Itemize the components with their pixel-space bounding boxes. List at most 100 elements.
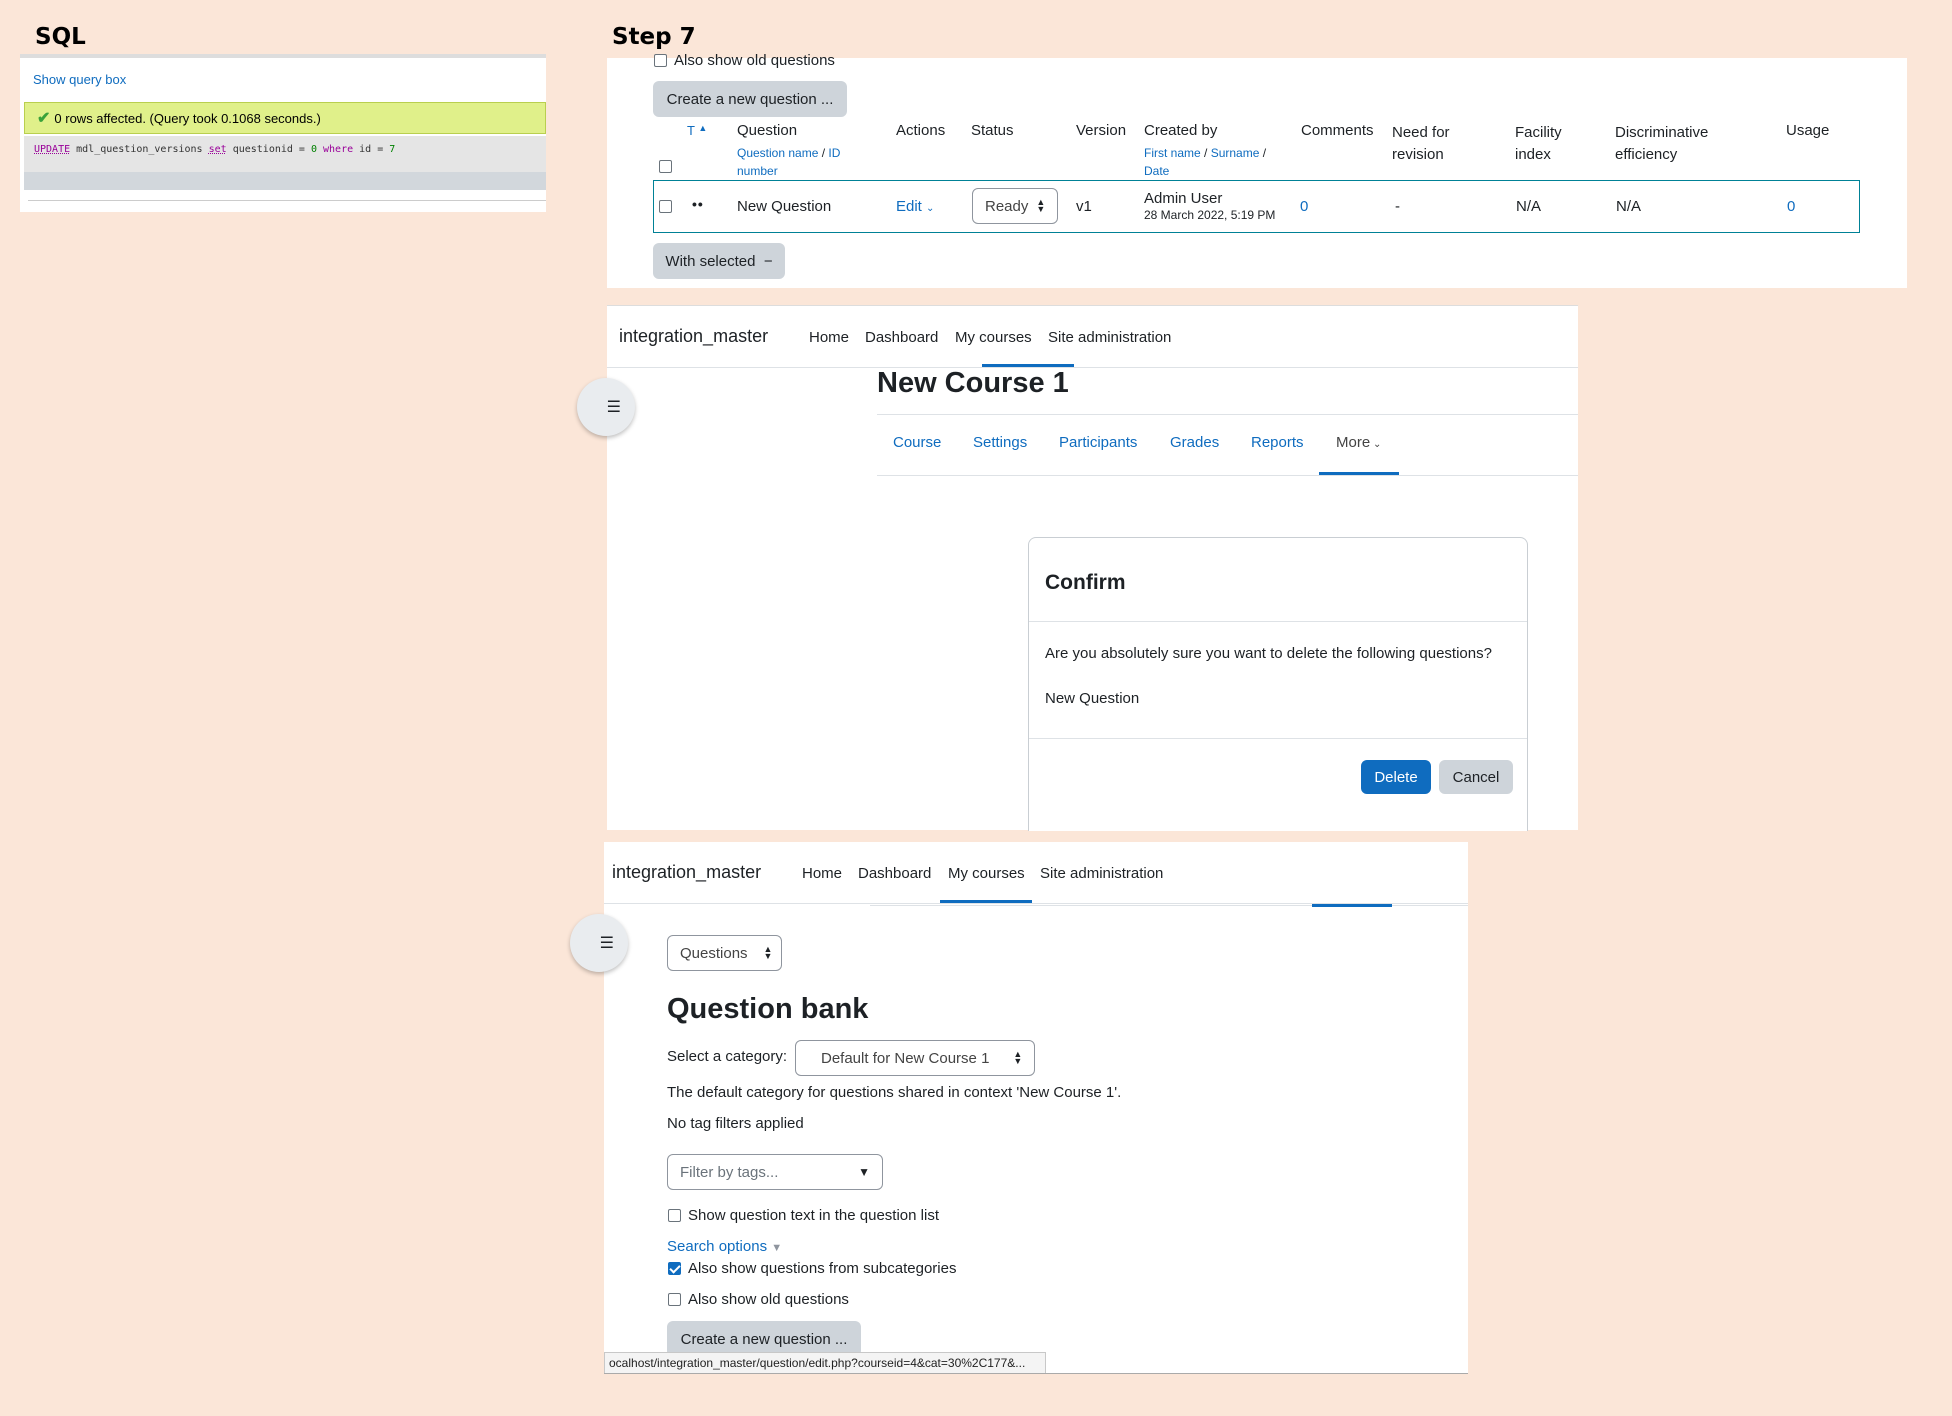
old-questions-label: Also show old questions xyxy=(674,52,835,69)
sql-tabs-strip xyxy=(20,54,546,58)
sort-id-number-link[interactable]: number xyxy=(737,164,778,178)
question-name: New Question xyxy=(737,198,832,215)
status-bar-url: ocalhost/integration_master/question/edi… xyxy=(604,1352,1046,1374)
sort-id-link[interactable]: ID xyxy=(828,146,840,160)
table-row[interactable]: •• New Question Edit ⌄ Ready ▲ ▼ v1 Admin… xyxy=(653,180,1860,233)
tab-grades[interactable]: Grades xyxy=(1170,434,1219,451)
tab-settings[interactable]: Settings xyxy=(973,434,1027,451)
version-header: Version xyxy=(1076,122,1127,139)
sql-keyword-where: where xyxy=(317,144,354,155)
nav-dashboard[interactable]: Dashboard xyxy=(865,329,938,346)
show-question-text-label: Show question text in the question list xyxy=(688,1207,939,1224)
sort-date-link[interactable]: Date xyxy=(1144,164,1169,178)
sql-table-name: mdl_question_versions xyxy=(70,144,209,155)
tab-course[interactable]: Course xyxy=(893,434,941,451)
tab-reports[interactable]: Reports xyxy=(1251,434,1304,451)
success-text: 0 rows affected. (Query took 0.1068 seco… xyxy=(54,110,321,126)
updown-icon: ▲ ▼ xyxy=(763,944,773,961)
divider xyxy=(604,1373,1468,1374)
need-revision-value: - xyxy=(1395,198,1400,215)
sort-asc-icon: ▲ xyxy=(698,123,708,133)
nav-home[interactable]: Home xyxy=(809,329,849,346)
nav-site-administration[interactable]: Site administration xyxy=(1040,865,1163,882)
creator-date: 28 March 2022, 5:19 PM xyxy=(1144,208,1276,222)
sql-result-bar xyxy=(24,172,546,190)
type-sort-header[interactable]: T ▲ xyxy=(687,123,707,138)
caret-down-icon: ▼ xyxy=(858,1165,870,1179)
actions-header: Actions xyxy=(896,122,946,139)
nav-my-courses[interactable]: My courses xyxy=(948,865,1025,882)
edit-menu[interactable]: Edit ⌄ xyxy=(896,198,934,215)
sql-value: 7 xyxy=(389,144,396,155)
divider xyxy=(28,200,546,201)
old-questions-checkbox[interactable] xyxy=(668,1293,681,1306)
discriminative-efficiency-header: Discriminative efficiency xyxy=(1615,124,1709,163)
comments-header: Comments xyxy=(1301,122,1374,139)
site-name[interactable]: integration_master xyxy=(619,326,768,347)
created-by-header: Created by xyxy=(1144,122,1218,139)
navbar-divider xyxy=(607,367,1578,368)
creator-name: Admin User xyxy=(1144,190,1223,207)
list-icon: ☰ xyxy=(606,399,621,416)
sort-surname-link[interactable]: Surname xyxy=(1211,146,1260,160)
created-by-subheader: First name / Surname / Date xyxy=(1144,146,1267,178)
filter-tags-input[interactable]: Filter by tags... ▼ xyxy=(667,1154,883,1190)
comments-link[interactable]: 0 xyxy=(1300,198,1308,215)
nav-site-administration[interactable]: Site administration xyxy=(1048,329,1171,346)
course-page-panel: integration_master Home Dashboard My cou… xyxy=(577,305,1578,831)
old-questions-checkbox[interactable] xyxy=(654,54,667,67)
modal-title: Confirm xyxy=(1045,571,1126,594)
course-index-toggle[interactable]: ☰ xyxy=(570,914,628,972)
sql-query: UPDATE mdl_question_versions set questio… xyxy=(24,136,546,172)
discriminative-value: N/A xyxy=(1616,198,1642,215)
modal-question-item: New Question xyxy=(1045,690,1140,707)
nav-my-courses[interactable]: My courses xyxy=(955,329,1032,346)
create-question-button[interactable]: Create a new question ... xyxy=(653,81,847,117)
sql-keyword-set[interactable]: set xyxy=(209,144,227,155)
search-options-toggle[interactable]: Search options ▼ xyxy=(667,1238,782,1255)
success-message: ✔ 0 rows affected. (Query took 0.1068 se… xyxy=(24,102,546,134)
sort-question-name-link[interactable]: Question name xyxy=(737,146,818,160)
sql-label: SQL xyxy=(35,24,86,50)
show-query-box-link[interactable]: Show query box xyxy=(33,72,126,87)
sort-first-name-link[interactable]: First name xyxy=(1144,146,1201,160)
updown-icon: ▲ ▼ xyxy=(1036,197,1046,214)
show-question-text-checkbox[interactable] xyxy=(668,1209,681,1222)
cancel-button[interactable]: Cancel xyxy=(1439,760,1513,794)
need-for-revision-header: Need for revision xyxy=(1392,124,1450,163)
checkmark-icon: ✔ xyxy=(37,110,51,127)
category-description: The default category for questions share… xyxy=(667,1084,1122,1101)
question-bank-page-panel: integration_master Home Dashboard My cou… xyxy=(570,842,1468,1374)
category-select[interactable]: Default for New Course 1 ▲ ▼ xyxy=(795,1040,1035,1076)
usage-link[interactable]: 0 xyxy=(1787,198,1795,215)
row-checkbox[interactable] xyxy=(659,200,672,213)
status-header: Status xyxy=(971,122,1014,139)
nav-dashboard[interactable]: Dashboard xyxy=(858,865,931,882)
page-title: Question bank xyxy=(667,993,869,1025)
sql-keyword-update[interactable]: UPDATE xyxy=(34,144,70,155)
tab-more[interactable]: More ⌄ xyxy=(1336,434,1381,451)
question-subheader: Question name / ID number xyxy=(737,146,841,178)
caret-down-icon: ▼ xyxy=(771,1242,783,1254)
tab-participants[interactable]: Participants xyxy=(1059,434,1137,451)
modal-message: Are you absolutely sure you want to dele… xyxy=(1045,645,1492,662)
status-select[interactable]: Ready ▲ ▼ xyxy=(972,188,1058,224)
site-name[interactable]: integration_master xyxy=(612,862,761,883)
question-header[interactable]: Question xyxy=(737,122,797,139)
facility-index-header: Facility index xyxy=(1515,124,1562,163)
updown-icon: ▲ ▼ xyxy=(1013,1049,1023,1066)
course-index-toggle[interactable]: ☰ xyxy=(577,378,635,436)
sql-text: questionid = xyxy=(226,144,311,155)
with-selected-button[interactable]: With selected − xyxy=(653,243,785,279)
dash-icon: − xyxy=(763,252,773,270)
confirm-modal: Confirm Are you absolutely sure you want… xyxy=(1028,537,1528,831)
page-title: New Course 1 xyxy=(877,367,1069,399)
question-type-icon: •• xyxy=(692,196,704,212)
question-bank-navigation-select[interactable]: Questions ▲ ▼ xyxy=(667,935,782,971)
subcategories-checkbox[interactable] xyxy=(668,1262,681,1275)
sql-panel: Show query box ✔ 0 rows affected. (Query… xyxy=(20,54,546,212)
select-all-checkbox[interactable] xyxy=(659,160,672,173)
divider xyxy=(877,475,1578,476)
delete-button[interactable]: Delete xyxy=(1361,760,1431,794)
nav-home[interactable]: Home xyxy=(802,865,842,882)
